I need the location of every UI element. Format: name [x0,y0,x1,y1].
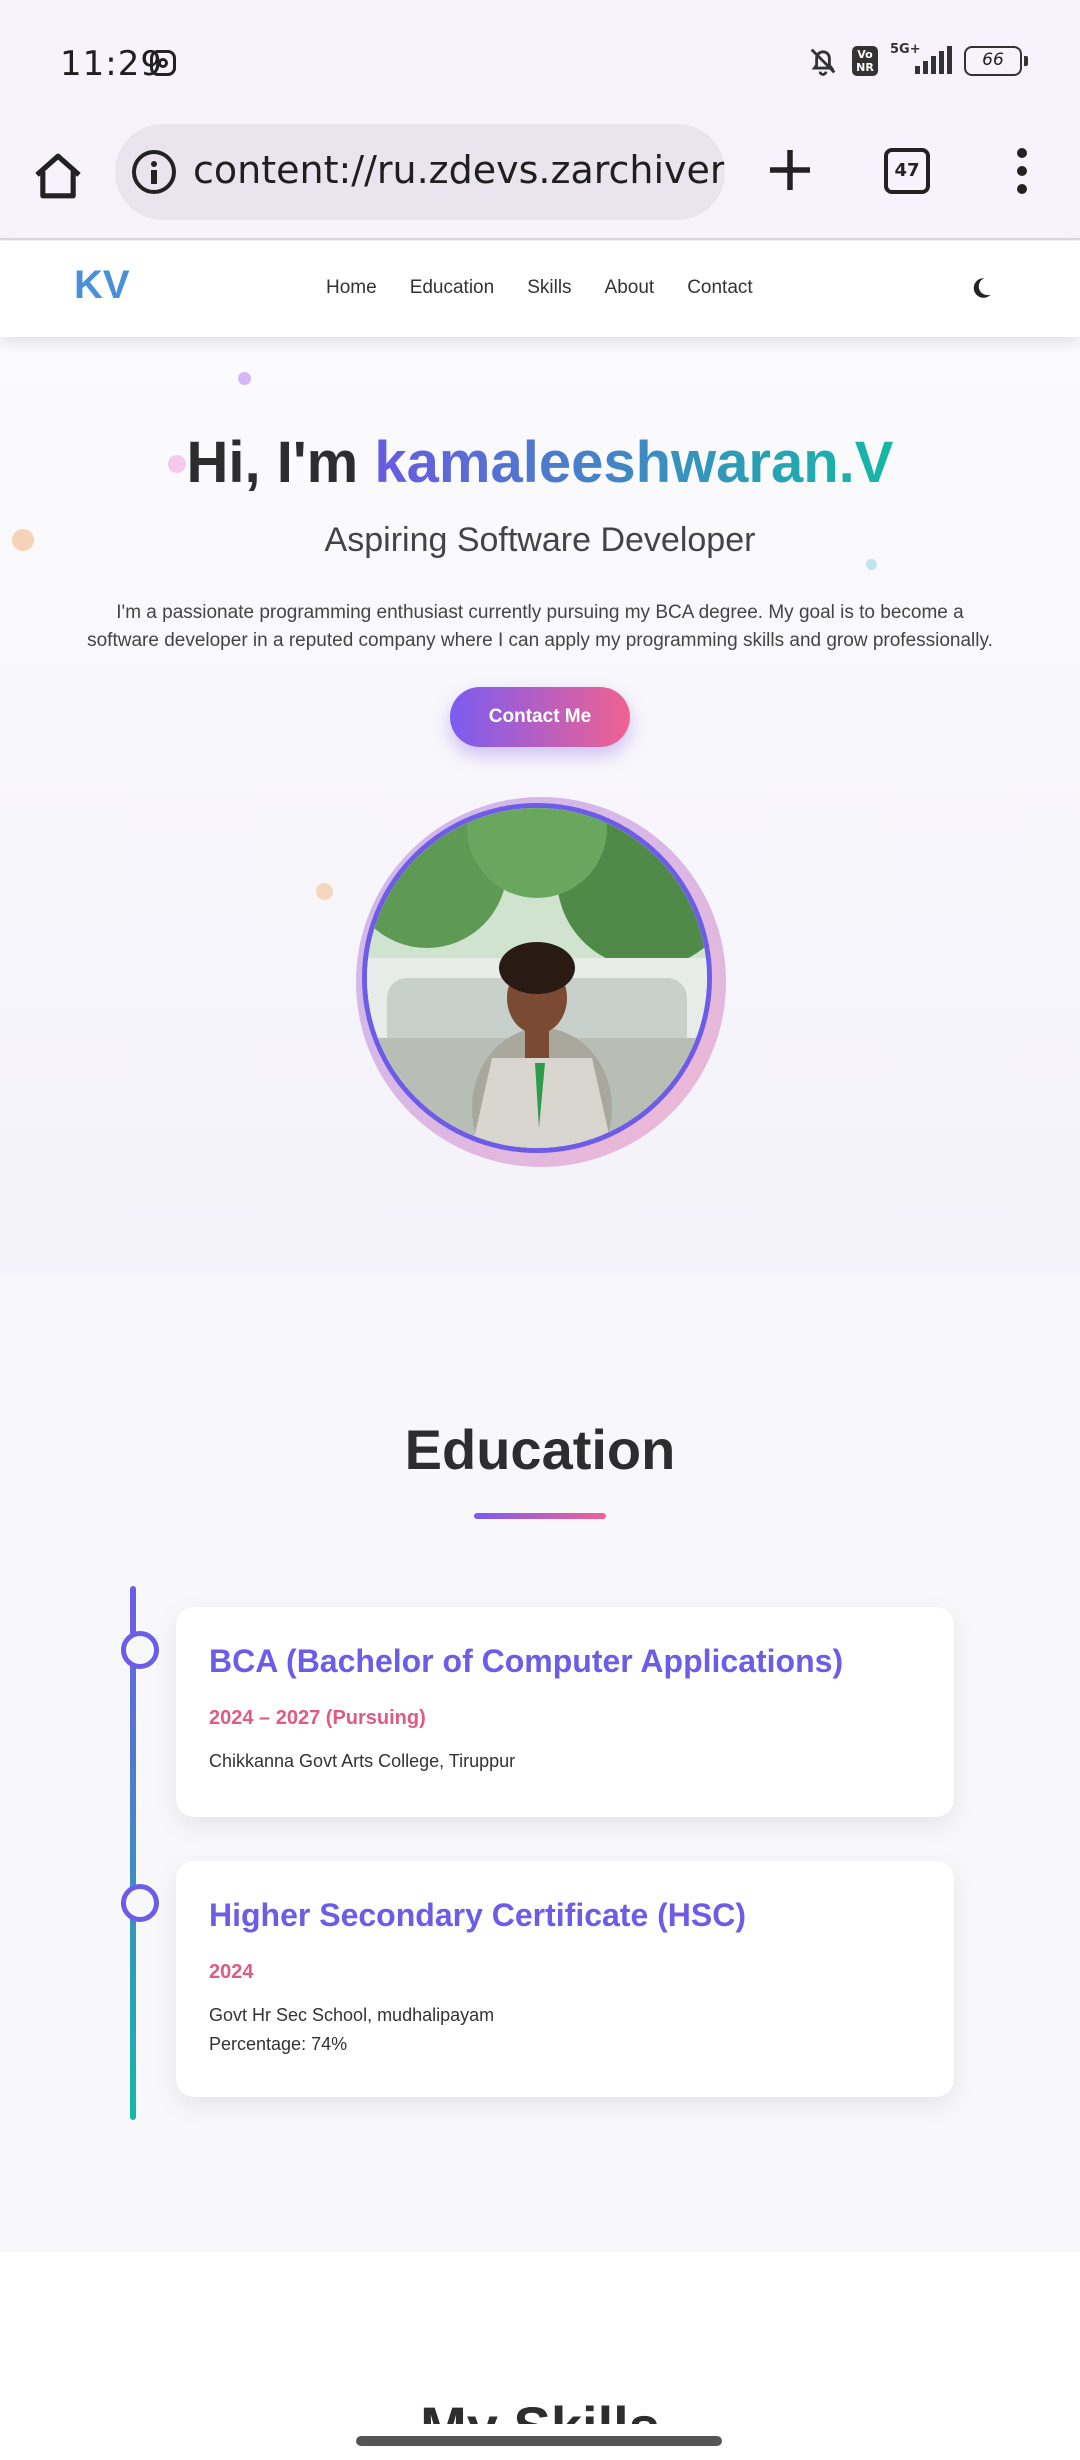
timeline-dot [121,1631,159,1669]
tabs-icon[interactable]: 47 [884,148,930,194]
hero-intro: I'm a passionate programming enthusiast … [87,602,993,651]
education-years: 2024 – 2027 (Pursuing) [209,1707,426,1729]
instagram-icon [150,50,176,76]
hero-name: kamaleeshwaran.V [374,430,894,495]
nav-links: Home Education Skills About Contact [326,277,753,299]
decorative-dot [866,559,877,570]
education-degree: Higher Secondary Certificate (HSC) [209,1897,747,1933]
bell-off-icon [810,48,836,76]
status-bar: 11:29 Vo NR 5G+ 66 [0,0,1080,120]
avatar-frame [356,797,726,1167]
heading-underline [474,1513,606,1519]
education-degree: BCA (Bachelor of Computer Applications) [209,1643,844,1679]
more-vert-icon[interactable] [1010,148,1034,194]
nav-link-home[interactable]: Home [326,277,377,299]
hero-greeting: Hi, I'm [186,430,375,495]
timeline-dot [121,1884,159,1922]
signal-icon: 5G+ [890,42,952,78]
gesture-handle[interactable] [356,2436,722,2446]
education-institution: Chikkanna Govt Arts College, Tiruppur [209,1751,516,1771]
url-text[interactable]: content://ru.zdevs.zarchiver.ex [193,148,725,192]
site-logo[interactable]: KV [74,263,130,308]
hero-subtitle: Aspiring Software Developer [324,521,756,559]
battery-icon: 66 [964,46,1028,76]
education-heading: Education [404,1418,676,1481]
info-icon[interactable] [132,150,176,194]
nav-link-skills[interactable]: Skills [527,277,571,299]
nav-link-contact[interactable]: Contact [687,277,752,299]
site-navbar: KV Home Education Skills About Contact [0,241,1080,337]
status-icons: Vo NR 5G+ 66 [806,42,1028,78]
contact-me-button[interactable]: Contact Me [450,687,630,747]
decorative-dot [316,883,333,900]
moon-icon[interactable] [968,275,994,301]
home-icon[interactable] [30,148,86,204]
education-card-bca: BCA (Bachelor of Computer Applications) … [176,1607,954,1817]
plus-icon[interactable] [760,140,820,200]
nav-link-about[interactable]: About [605,277,655,299]
volte-icon: Vo NR [852,46,878,76]
browser-toolbar: content://ru.zdevs.zarchiver.ex 47 [0,120,1080,240]
decorative-dot [238,372,251,385]
education-years: 2024 [209,1961,254,1983]
education-institution: Govt Hr Sec School, mudhalipayam [209,2005,495,2025]
education-percentage: Percentage: 74% [209,2034,348,2054]
hero-section: Hi, I'm kamaleeshwaran.V Aspiring Softwa… [0,337,1080,1277]
url-bar[interactable]: content://ru.zdevs.zarchiver.ex [115,124,725,220]
hero-title: Hi, I'm kamaleeshwaran.V [0,429,1080,496]
nav-link-education[interactable]: Education [410,277,495,299]
status-time: 11:29 [60,44,163,84]
education-card-hsc: Higher Secondary Certificate (HSC) 2024 … [176,1861,954,2097]
profile-photo [362,803,712,1153]
education-section: Education BCA (Bachelor of Computer Appl… [0,1277,1080,2252]
